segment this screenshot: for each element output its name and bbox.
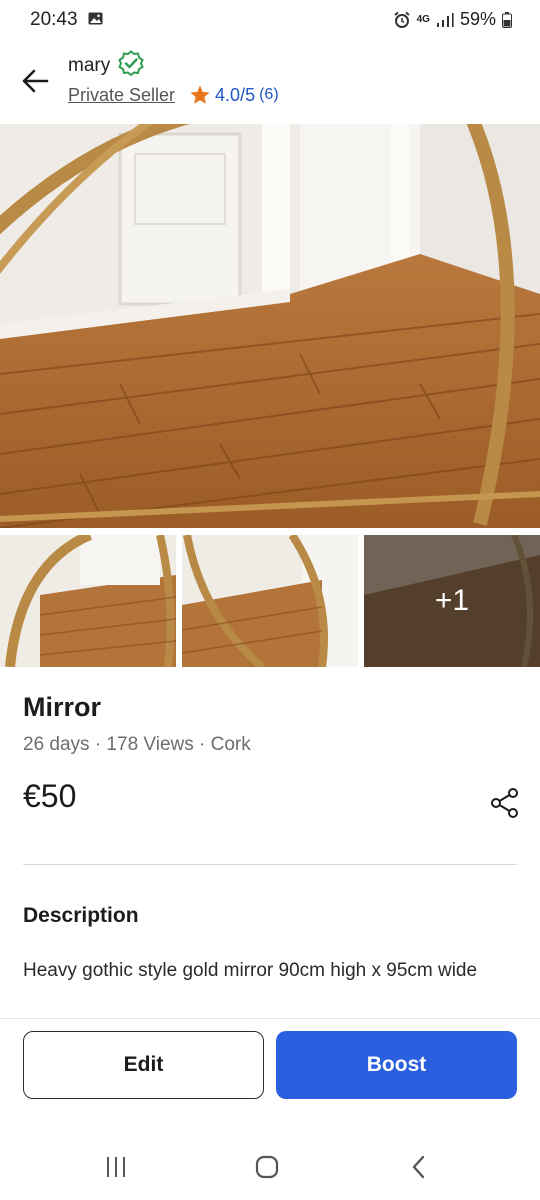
status-time: 20:43 bbox=[30, 9, 78, 30]
share-button[interactable] bbox=[488, 786, 522, 820]
section-divider bbox=[23, 864, 517, 865]
more-photos-overlay: +1 bbox=[364, 535, 540, 667]
listing-title: Mirror bbox=[23, 692, 102, 722]
mirror-photo bbox=[0, 124, 540, 528]
description-heading: Description bbox=[23, 904, 139, 927]
status-indicators: 4G 59% bbox=[393, 9, 512, 30]
seller-meta: Private Seller 4.0/5 (6) bbox=[68, 84, 279, 106]
seller-type-link[interactable]: Private Seller bbox=[68, 85, 175, 106]
recent-apps-button[interactable] bbox=[96, 1152, 136, 1182]
description-text: Heavy gothic style gold mirror 90cm high… bbox=[23, 960, 478, 981]
listing-meta: 26 days · 178 Views · Cork bbox=[23, 734, 251, 755]
listing-price: €50 bbox=[23, 778, 77, 814]
back-button[interactable] bbox=[18, 64, 52, 98]
home-icon bbox=[255, 1155, 279, 1179]
boost-button[interactable]: Boost bbox=[276, 1031, 517, 1099]
system-back-button[interactable] bbox=[399, 1152, 439, 1182]
main-photo[interactable] bbox=[0, 124, 540, 528]
status-bar: 20:43 4G 59% bbox=[0, 0, 540, 40]
chevron-left-icon bbox=[412, 1155, 425, 1179]
rating-count: (6) bbox=[259, 86, 279, 103]
rating-value: 4.0/5 bbox=[215, 84, 256, 105]
battery-level: 59% bbox=[459, 9, 496, 29]
home-button[interactable] bbox=[247, 1152, 287, 1182]
image-notification-icon bbox=[88, 12, 103, 25]
signal-icon bbox=[436, 12, 454, 28]
thumbnail-2[interactable] bbox=[182, 535, 358, 667]
seller-name: mary bbox=[68, 54, 111, 76]
more-photos-count: +1 bbox=[434, 584, 470, 617]
thumbnail-more[interactable]: +1 bbox=[364, 535, 540, 667]
recent-apps-icon bbox=[107, 1157, 125, 1177]
alarm-icon bbox=[393, 11, 411, 29]
seller-name-row: mary bbox=[68, 50, 145, 81]
share-icon bbox=[491, 788, 518, 818]
seller-header: mary Private Seller 4.0/5 (6) bbox=[0, 40, 540, 124]
system-nav-bar bbox=[0, 1134, 540, 1200]
thumbnail-strip: +1 bbox=[0, 535, 540, 667]
star-icon bbox=[190, 85, 210, 104]
battery-icon bbox=[502, 11, 512, 28]
seller-rating[interactable]: 4.0/5 (6) bbox=[189, 84, 279, 106]
thumbnail-1[interactable] bbox=[0, 535, 176, 667]
action-bar-divider bbox=[0, 1018, 540, 1019]
arrow-left-icon bbox=[22, 69, 49, 93]
verified-badge-icon bbox=[118, 50, 145, 81]
network-type: 4G bbox=[416, 13, 430, 25]
edit-button[interactable]: Edit bbox=[23, 1031, 264, 1099]
